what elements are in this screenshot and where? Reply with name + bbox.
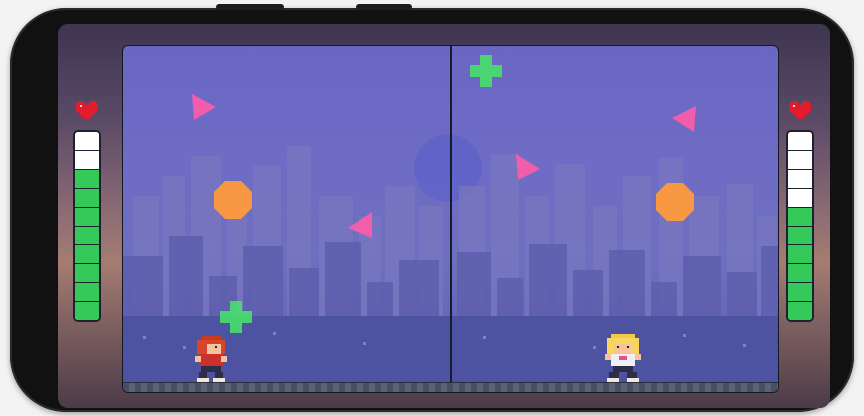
left-health-segment (75, 169, 99, 189)
volume-button (216, 4, 284, 10)
right-health-segment (788, 132, 812, 151)
left-health-segment (75, 302, 99, 320)
right-heart-icon (789, 101, 811, 119)
enemy-octagon (656, 183, 694, 221)
left-health-segment (75, 188, 99, 208)
left-health-segment (75, 207, 99, 227)
right-health-segment (788, 207, 812, 227)
left-health-bar (73, 130, 101, 322)
right-health-segment (788, 150, 812, 170)
playfield[interactable] (122, 45, 779, 393)
enemy-triangle (672, 106, 696, 132)
split-screen-divider (450, 46, 452, 392)
left-health-segment (75, 264, 99, 284)
enemy-triangle (516, 154, 540, 180)
left-health-segment (75, 226, 99, 246)
enemy-triangle (192, 94, 216, 120)
right-health-segment (788, 245, 812, 265)
right-health-segment (788, 169, 812, 189)
left-player-character (195, 336, 227, 382)
right-health-segment (788, 302, 812, 320)
enemy-octagon (214, 181, 252, 219)
right-player-character (605, 334, 641, 382)
heal-plus-pickup (470, 55, 502, 87)
left-health-segment (75, 283, 99, 303)
ground-tiles (123, 382, 778, 392)
left-health-segment (75, 245, 99, 265)
left-health-segment (75, 150, 99, 170)
right-health-segment (788, 264, 812, 284)
left-heart-icon (76, 101, 98, 119)
enemy-triangle (348, 212, 372, 238)
power-button (356, 4, 412, 10)
right-health-bar (786, 130, 814, 322)
left-health-segment (75, 132, 99, 151)
right-health-segment (788, 283, 812, 303)
game-screen[interactable] (58, 24, 830, 408)
right-health-segment (788, 226, 812, 246)
phone-frame (10, 4, 854, 412)
heal-plus-pickup (220, 301, 252, 333)
right-health-segment (788, 188, 812, 208)
